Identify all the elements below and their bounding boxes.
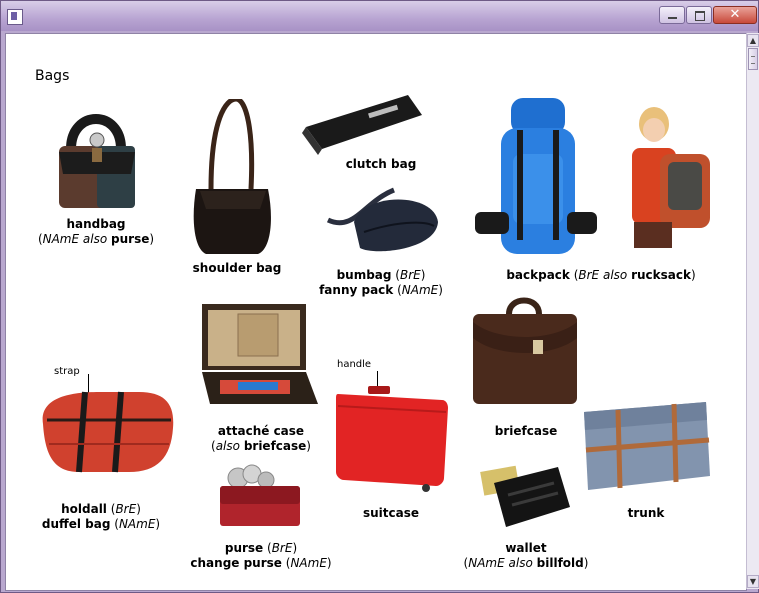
callout-strap: strap bbox=[54, 366, 80, 377]
label-clutch-bag: clutch bag bbox=[345, 157, 417, 171]
scroll-thumb[interactable] bbox=[748, 48, 758, 70]
child-backpack-image bbox=[622, 104, 722, 256]
scroll-down-icon[interactable]: ▼ bbox=[747, 575, 759, 588]
shoulder-bag-image bbox=[186, 99, 276, 259]
label-suitcase: suitcase bbox=[362, 506, 420, 520]
vertical-scrollbar[interactable]: ▲ ▼ bbox=[746, 33, 759, 589]
label-bumbag: bumbag (BrE) fanny pack (NAmE) bbox=[319, 268, 443, 297]
label-handbag: handbag (NAmE also purse) bbox=[37, 217, 155, 246]
app-icon[interactable] bbox=[7, 9, 23, 25]
close-icon: ✕ bbox=[729, 7, 741, 22]
callout-handle: handle bbox=[337, 359, 372, 370]
maximize-button[interactable] bbox=[686, 6, 712, 24]
label-purse: purse (BrE) change purse (NAmE) bbox=[190, 541, 332, 570]
page-title: Bags bbox=[35, 68, 70, 84]
minimize-icon bbox=[668, 17, 677, 19]
suitcase-image bbox=[334, 382, 450, 494]
attache-case-image bbox=[198, 300, 320, 412]
content-area: Bags handbag (NAmE also purse) shoulder … bbox=[5, 33, 747, 591]
label-wallet: wallet (NAmE also billfold) bbox=[463, 541, 589, 570]
title-bar[interactable]: ✕ bbox=[1, 1, 758, 31]
briefcase-image bbox=[467, 292, 581, 410]
label-shoulder-bag: shoulder bag bbox=[192, 261, 282, 275]
holdall-image bbox=[39, 384, 177, 476]
scroll-up-icon[interactable]: ▲ bbox=[747, 34, 759, 47]
app-window: ✕ Bags handbag (NAmE also purse) shoulde… bbox=[0, 0, 759, 593]
bumbag-image bbox=[324, 182, 442, 262]
trunk-image bbox=[578, 400, 714, 494]
clutch-bag-image bbox=[298, 89, 428, 157]
label-attache-case: attaché case (also briefcase) bbox=[211, 424, 311, 453]
backpack-image bbox=[471, 94, 601, 264]
purse-image bbox=[216, 464, 306, 530]
label-briefcase: briefcase bbox=[494, 424, 558, 438]
minimize-button[interactable] bbox=[659, 6, 685, 24]
maximize-icon bbox=[695, 11, 705, 21]
label-trunk: trunk bbox=[627, 506, 665, 520]
handbag-image bbox=[43, 104, 149, 210]
label-holdall: holdall (BrE) duffel bag (NAmE) bbox=[41, 502, 161, 531]
label-backpack: backpack (BrE also rucksack) bbox=[506, 268, 696, 282]
wallet-image bbox=[478, 457, 574, 531]
close-button[interactable]: ✕ bbox=[713, 6, 757, 24]
